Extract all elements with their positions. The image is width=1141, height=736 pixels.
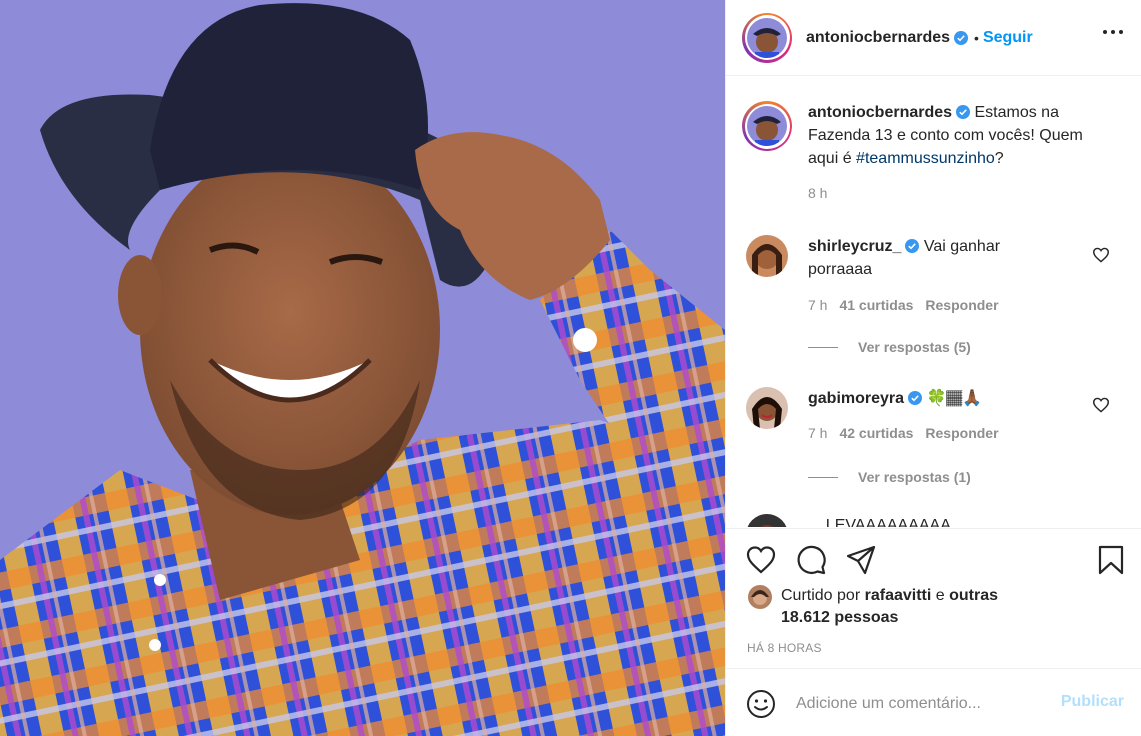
liked-prefix: Curtido por	[781, 587, 861, 604]
view-replies-label[interactable]: Ver respostas (1)	[858, 469, 971, 485]
post-sidebar: antoniocbernardes • Seguir antoniocberna…	[725, 0, 1141, 736]
caption-text-block: antoniocbernardes Estamos na Fazenda 13 …	[808, 101, 1108, 205]
bookmark-icon[interactable]	[1096, 545, 1126, 575]
caption-avatar[interactable]	[747, 106, 787, 146]
view-replies-button[interactable]: Ver respostas (5)	[808, 339, 971, 355]
author-avatar-ring[interactable]	[742, 12, 792, 63]
comment-text: 🍀🏾🙏🏾	[926, 390, 983, 407]
caption-username[interactable]: antoniocbernardes	[808, 104, 952, 121]
comment-body: ... LEVAAAAAAAAA	[808, 514, 1068, 527]
comment-like-heart-icon[interactable]	[1092, 247, 1110, 263]
liked-connector: e	[935, 587, 945, 604]
reply-button[interactable]: Responder	[925, 297, 998, 313]
commenter-avatar[interactable]	[746, 235, 788, 277]
liked-by: Curtido por rafaavitti e outras 18.612 p…	[748, 585, 1011, 629]
comments-list[interactable]: antoniocbernardes Estamos na Fazenda 13 …	[726, 77, 1141, 527]
caption-time: 8 h	[808, 185, 828, 201]
add-comment-bar: Publicar	[726, 668, 1141, 736]
verified-icon	[908, 391, 923, 405]
more-icon[interactable]	[1102, 27, 1124, 37]
author-avatar[interactable]	[747, 17, 787, 58]
comment-time: 7 h	[808, 297, 828, 313]
comment-input[interactable]	[796, 689, 1036, 719]
comment-likes[interactable]: 41 curtidas	[839, 297, 913, 313]
liked-user[interactable]: rafaavitti	[865, 587, 932, 604]
caption-avatar-ring[interactable]	[742, 101, 792, 151]
verified-icon	[954, 30, 969, 45]
comment-username[interactable]: shirleycruz_	[808, 238, 901, 255]
verified-icon	[905, 239, 920, 253]
follow-separator: •	[974, 29, 979, 46]
comment-icon[interactable]	[796, 545, 826, 575]
post-image	[0, 0, 725, 736]
comment-username[interactable]: ...	[808, 517, 821, 527]
verified-icon	[956, 105, 971, 119]
comment-body: shirleycruz_ Vai ganhar porraaaa	[808, 235, 1068, 281]
follow-button[interactable]: Seguir	[983, 29, 1033, 47]
post-header: antoniocbernardes • Seguir	[726, 0, 1141, 76]
commenter-avatar[interactable]	[746, 514, 788, 527]
replies-divider	[808, 476, 838, 478]
comment-likes[interactable]: 42 curtidas	[839, 425, 913, 441]
liker-avatar[interactable]	[748, 585, 772, 609]
emoji-icon[interactable]	[746, 689, 776, 719]
heart-icon[interactable]	[746, 545, 776, 575]
comment-username[interactable]: gabimoreyra	[808, 390, 904, 407]
comment-body: gabimoreyra 🍀🏾🙏🏾	[808, 387, 1068, 410]
post-caption: antoniocbernardes Estamos na Fazenda 13 …	[742, 101, 1122, 205]
publish-button[interactable]: Publicar	[1061, 693, 1124, 711]
reply-button[interactable]: Responder	[925, 425, 998, 441]
comment-meta: 7 h 41 curtidas Responder	[808, 297, 999, 313]
liked-by-text: Curtido por rafaavitti e outras 18.612 p…	[781, 585, 1011, 629]
post-timestamp[interactable]: HÁ 8 HORAS	[747, 641, 822, 655]
comment-time: 7 h	[808, 425, 828, 441]
commenter-avatar[interactable]	[746, 387, 788, 429]
view-replies-button[interactable]: Ver respostas (1)	[808, 469, 971, 485]
post-photo[interactable]	[0, 0, 725, 736]
comment-like-heart-icon[interactable]	[1092, 397, 1110, 413]
comment-text: LEVAAAAAAAAA	[825, 517, 951, 527]
view-replies-label[interactable]: Ver respostas (5)	[858, 339, 971, 355]
author-username[interactable]: antoniocbernardes	[806, 29, 950, 47]
caption-hashtag[interactable]: #teammussunzinho	[856, 150, 995, 167]
caption-end: ?	[994, 150, 1004, 167]
comment-meta: 7 h 42 curtidas Responder	[808, 425, 999, 441]
post-actions: Curtido por rafaavitti e outras 18.612 p…	[726, 528, 1141, 668]
replies-divider	[808, 346, 838, 348]
share-icon[interactable]	[846, 545, 876, 575]
